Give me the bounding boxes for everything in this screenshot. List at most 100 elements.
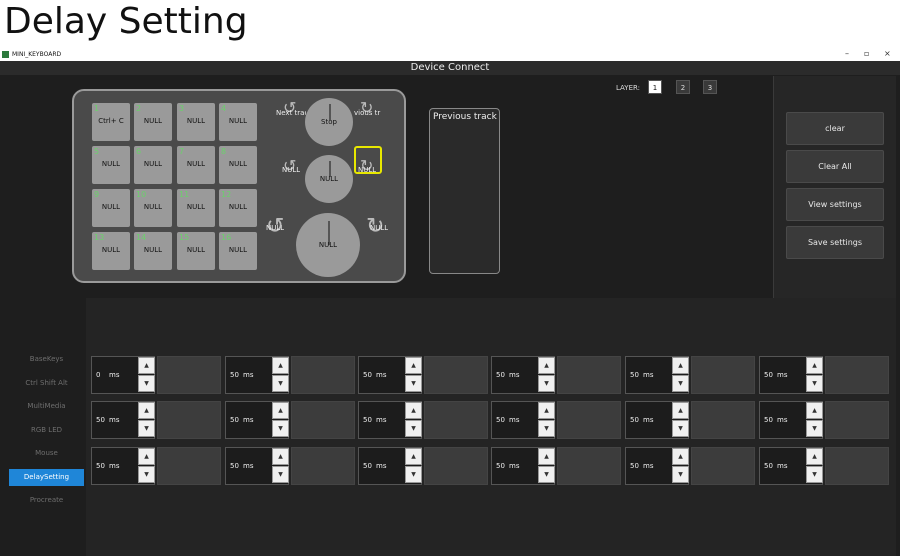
delay-value[interactable]: 50 [630,462,639,470]
key-11[interactable]: 11 NULL [177,189,215,227]
knob-2[interactable]: NULL [305,155,353,203]
increment-button[interactable]: ▲ [672,448,689,465]
decrement-button[interactable]: ▼ [138,466,155,483]
increment-button[interactable]: ▲ [138,402,155,419]
delay-stepper[interactable]: 50 ms ▲ ▼ [225,356,289,394]
delay-value[interactable]: 50 [96,462,105,470]
view-settings-button[interactable]: View settings [786,188,884,221]
increment-button[interactable]: ▲ [538,402,555,419]
increment-button[interactable]: ▲ [405,402,422,419]
decrement-button[interactable]: ▼ [272,420,289,437]
sidebar-item-procreate[interactable]: Procreate [9,492,84,509]
decrement-button[interactable]: ▼ [138,375,155,392]
delay-action-slot[interactable] [424,447,488,485]
key-12[interactable]: 12 NULL [219,189,257,227]
key-3[interactable]: 3 NULL [177,103,215,141]
delay-action-slot[interactable] [557,356,621,394]
key-8[interactable]: 8 NULL [219,146,257,184]
delay-action-slot[interactable] [825,356,889,394]
decrement-button[interactable]: ▼ [272,375,289,392]
decrement-button[interactable]: ▼ [538,466,555,483]
delay-action-slot[interactable] [291,356,355,394]
clear-all-button[interactable]: Clear All [786,150,884,183]
increment-button[interactable]: ▲ [806,402,823,419]
delay-stepper[interactable]: 50 ms ▲ ▼ [358,356,422,394]
knob-1[interactable]: Stop [305,98,353,146]
decrement-button[interactable]: ▼ [138,420,155,437]
increment-button[interactable]: ▲ [538,448,555,465]
decrement-button[interactable]: ▼ [538,375,555,392]
increment-button[interactable]: ▲ [272,402,289,419]
delay-stepper[interactable]: 50 ms ▲ ▼ [91,401,155,439]
delay-value[interactable]: 50 [764,371,773,379]
decrement-button[interactable]: ▼ [806,375,823,392]
delay-action-slot[interactable] [557,401,621,439]
key-13[interactable]: 13 NULL [92,232,130,270]
delay-action-slot[interactable] [291,447,355,485]
delay-value[interactable]: 50 [363,462,372,470]
minimize-icon[interactable]: – [845,49,849,58]
delay-value[interactable]: 50 [230,416,239,424]
sidebar-item-basekeys[interactable]: BaseKeys [9,351,84,368]
close-icon[interactable]: × [884,49,891,58]
delay-value[interactable]: 50 [363,416,372,424]
key-9[interactable]: 9 NULL [92,189,130,227]
delay-stepper[interactable]: 50 ms ▲ ▼ [358,447,422,485]
increment-button[interactable]: ▲ [138,357,155,374]
layer-1-button[interactable]: 1 [648,80,662,94]
delay-action-slot[interactable] [825,401,889,439]
delay-stepper[interactable]: 50 ms ▲ ▼ [225,401,289,439]
decrement-button[interactable]: ▼ [806,466,823,483]
delay-stepper[interactable]: 50 ms ▲ ▼ [358,401,422,439]
key-15[interactable]: 15 NULL [177,232,215,270]
delay-action-slot[interactable] [691,356,755,394]
delay-stepper[interactable]: 50 ms ▲ ▼ [759,447,823,485]
increment-button[interactable]: ▲ [272,448,289,465]
delay-value[interactable]: 50 [496,371,505,379]
delay-value[interactable]: 50 [496,462,505,470]
sidebar-item-mouse[interactable]: Mouse [9,445,84,462]
delay-value[interactable]: 50 [363,371,372,379]
save-settings-button[interactable]: Save settings [786,226,884,259]
delay-stepper[interactable]: 0 ms ▲ ▼ [91,356,155,394]
sidebar-item-delaysetting[interactable]: DelaySetting [9,468,84,486]
key-2[interactable]: 2 NULL [134,103,172,141]
increment-button[interactable]: ▲ [138,448,155,465]
delay-action-slot[interactable] [691,401,755,439]
delay-value[interactable]: 50 [230,462,239,470]
delay-action-slot[interactable] [291,401,355,439]
delay-action-slot[interactable] [424,356,488,394]
delay-value[interactable]: 0 [96,371,100,379]
delay-value[interactable]: 50 [764,462,773,470]
delay-value[interactable]: 50 [230,371,239,379]
delay-stepper[interactable]: 50 ms ▲ ▼ [491,447,555,485]
layer-2-button[interactable]: 2 [676,80,690,94]
decrement-button[interactable]: ▼ [272,466,289,483]
delay-action-slot[interactable] [157,447,221,485]
key-16[interactable]: 16 NULL [219,232,257,270]
increment-button[interactable]: ▲ [272,357,289,374]
decrement-button[interactable]: ▼ [672,466,689,483]
delay-stepper[interactable]: 50 ms ▲ ▼ [625,401,689,439]
increment-button[interactable]: ▲ [806,357,823,374]
delay-value[interactable]: 50 [496,416,505,424]
sidebar-item-ctrl-shift-alt[interactable]: Ctrl Shift Alt [9,375,84,392]
delay-stepper[interactable]: 50 ms ▲ ▼ [759,401,823,439]
key-14[interactable]: 14 NULL [134,232,172,270]
delay-stepper[interactable]: 50 ms ▲ ▼ [625,356,689,394]
delay-action-slot[interactable] [157,401,221,439]
delay-value[interactable]: 50 [764,416,773,424]
decrement-button[interactable]: ▼ [405,375,422,392]
delay-stepper[interactable]: 50 ms ▲ ▼ [91,447,155,485]
delay-action-slot[interactable] [691,447,755,485]
device-connect-button[interactable]: Device Connect [0,61,900,75]
delay-stepper[interactable]: 50 ms ▲ ▼ [491,401,555,439]
delay-action-slot[interactable] [157,356,221,394]
decrement-button[interactable]: ▼ [405,420,422,437]
key-4[interactable]: 4 NULL [219,103,257,141]
decrement-button[interactable]: ▼ [405,466,422,483]
increment-button[interactable]: ▲ [672,402,689,419]
delay-stepper[interactable]: 50 ms ▲ ▼ [759,356,823,394]
key-1[interactable]: 1 Ctrl+ C [92,103,130,141]
increment-button[interactable]: ▲ [538,357,555,374]
